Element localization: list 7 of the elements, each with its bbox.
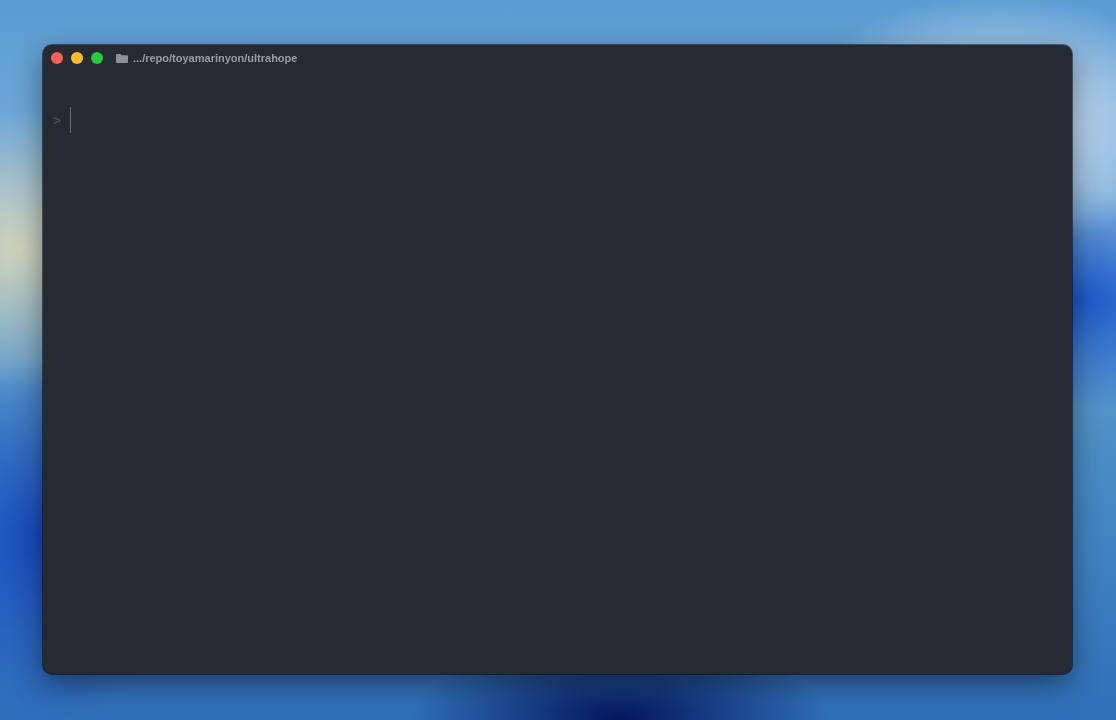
close-button[interactable] — [51, 52, 63, 64]
zoom-button[interactable] — [91, 52, 103, 64]
folder-icon — [116, 53, 128, 63]
prompt-symbol: > — [53, 112, 62, 128]
window-title: .../repo/toyamarinyon/ultrahope — [133, 52, 298, 64]
minimize-button[interactable] — [71, 52, 83, 64]
input-field[interactable] — [70, 107, 73, 133]
